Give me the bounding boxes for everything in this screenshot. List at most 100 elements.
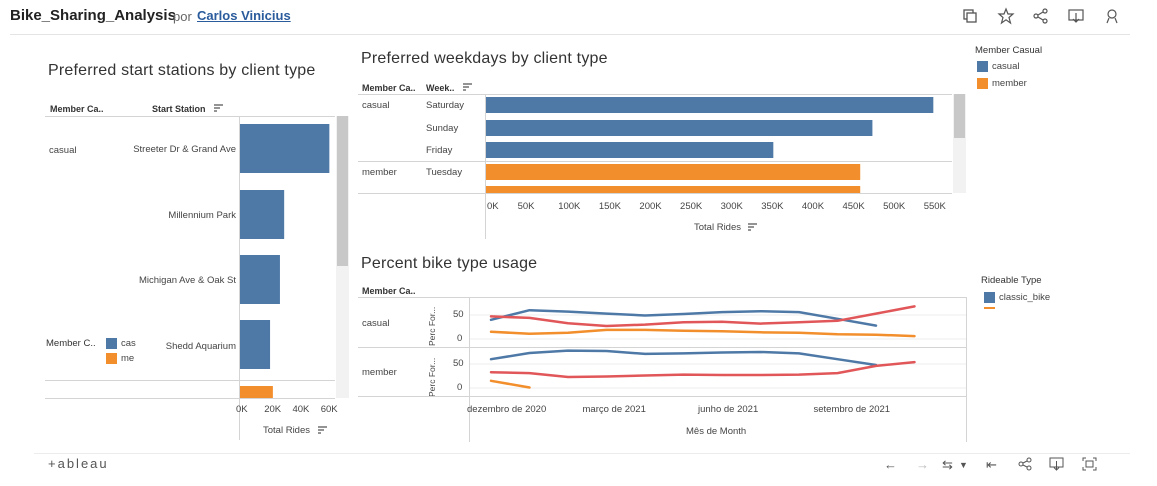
sort-icon[interactable]: [214, 104, 224, 112]
tableau-logo[interactable]: +ableau: [48, 456, 109, 471]
stations-group-casual: casual: [49, 145, 77, 156]
biketype-right-line: [966, 297, 967, 442]
legend-swatch-casual[interactable]: [977, 61, 988, 72]
author-link[interactable]: Carlos Vinicius: [197, 8, 291, 23]
weekdays-bar-chart[interactable]: [485, 94, 952, 193]
station-label: Michigan Ave & Oak St: [139, 275, 236, 286]
station-bar[interactable]: [239, 124, 330, 173]
revert-icon[interactable]: ⇆: [942, 457, 953, 473]
bike-ytick-label: 0: [457, 333, 463, 344]
download-icon[interactable]: [1049, 457, 1064, 471]
stations-tick-label: 0K: [236, 404, 248, 415]
share-icon[interactable]: [1018, 457, 1032, 471]
legend-item-classic-bike[interactable]: classic_bike: [999, 292, 1050, 303]
station-bar[interactable]: [239, 386, 273, 398]
legend-swatch-partial: [984, 307, 995, 309]
station-bar[interactable]: [239, 255, 280, 304]
bike-xtick-label: setembro de 2021: [813, 404, 891, 415]
by-label: por: [173, 9, 192, 24]
share-icon[interactable]: [1032, 7, 1050, 25]
bike-series-line[interactable]: [489, 349, 878, 367]
weekdays-col-week[interactable]: Week..: [426, 83, 454, 93]
sort-icon[interactable]: [463, 83, 473, 91]
redo-icon[interactable]: →: [916, 457, 929, 472]
weekdays-bottom-line: [358, 193, 952, 194]
biketype-yaxis-label: Perc For...: [427, 357, 437, 397]
legend-item-member[interactable]: member: [992, 78, 1027, 89]
copy-icon[interactable]: [961, 7, 979, 25]
legend-item: me: [121, 353, 135, 364]
biketype-line-chart[interactable]: [470, 298, 966, 396]
stations-bar-chart[interactable]: [239, 116, 335, 398]
weekdays-scrollbar-thumb[interactable]: [954, 94, 965, 138]
user-badge-icon[interactable]: [1103, 7, 1121, 25]
weekday-bar[interactable]: [485, 97, 934, 113]
weekdays-tick-label: 50K: [517, 201, 535, 212]
legend-item: cas: [121, 338, 136, 349]
weekdays-group-casual: casual: [362, 100, 390, 111]
weekdays-tick-label: 250K: [680, 201, 703, 212]
weekdays-tick-label: 350K: [761, 201, 784, 212]
weekday-bar[interactable]: [485, 186, 861, 193]
station-bar[interactable]: [239, 320, 271, 369]
reset-icon[interactable]: ⇤: [986, 457, 997, 473]
weekdays-tick-label: 400K: [801, 201, 825, 212]
stations-axis-line: [239, 116, 240, 440]
weekdays-tick-label: 200K: [639, 201, 662, 212]
weekdays-tick-label: 550K: [923, 201, 946, 212]
station-label: Streeter Dr & Grand Ave: [133, 144, 236, 155]
weekdays-scrollbar[interactable]: [953, 94, 966, 193]
weekdays-axis-title: Total Rides: [694, 222, 741, 233]
station-bar[interactable]: [239, 190, 285, 239]
header-divider: [10, 34, 1130, 35]
weekdays-title: Preferred weekdays by client type: [361, 50, 608, 67]
biketype-group-member: member: [362, 367, 397, 378]
weekdays-group-divider: [358, 161, 952, 162]
legend-swatch-member[interactable]: [977, 78, 988, 89]
weekdays-tick-label: 500K: [883, 201, 906, 212]
stations-col-member: Member Ca..: [50, 104, 104, 114]
weekday-label: Sunday: [426, 123, 459, 134]
stations-scrollbar[interactable]: [336, 116, 349, 398]
member-casual-legend-title: Member Casual: [975, 45, 1043, 56]
undo-icon[interactable]: ←: [884, 457, 897, 472]
fullscreen-icon[interactable]: [1082, 457, 1097, 471]
legend-swatch-classic-bike[interactable]: [984, 292, 995, 303]
weekdays-tick-label: 450K: [842, 201, 865, 212]
bike-series-line[interactable]: [489, 305, 916, 328]
bike-xtick-label: dezembro de 2020: [467, 404, 547, 415]
stations-tick-label: 20K: [264, 404, 282, 415]
weekdays-tick-label: 150K: [598, 201, 621, 212]
weekday-bar[interactable]: [485, 142, 774, 158]
bottom-toolbar: +ableau ← → ⇆ ▼ ⇤: [34, 453, 1130, 473]
revert-dropdown-icon[interactable]: ▼: [959, 460, 968, 470]
stations-col-station[interactable]: Start Station: [152, 104, 206, 114]
stations-group-divider: [45, 380, 335, 381]
rideable-legend-title: Rideable Type: [981, 275, 1042, 286]
sort-icon[interactable]: [748, 223, 758, 231]
weekday-bar[interactable]: [485, 120, 873, 136]
weekdays-group-member: member: [362, 167, 397, 178]
biketype-xaxis-title: Mês de Month: [686, 426, 747, 437]
station-label: Millennium Park: [168, 210, 236, 221]
biketype-title: Percent bike type usage: [361, 255, 538, 272]
stations-axis-title: Total Rides: [263, 425, 310, 436]
stations-bottom-line: [45, 398, 335, 399]
stations-scrollbar-thumb[interactable]: [337, 116, 348, 266]
weekdays-axis-line: [485, 94, 486, 239]
favorite-star-icon[interactable]: [997, 7, 1015, 25]
legend-swatch-member: [106, 353, 117, 364]
legend-swatch-casual: [106, 338, 117, 349]
bike-series-line[interactable]: [489, 328, 916, 338]
bike-series-line[interactable]: [489, 379, 531, 389]
weekday-label: Friday: [426, 145, 453, 156]
sort-icon[interactable]: [318, 426, 328, 434]
biketype-yaxis-label: Perc For...: [427, 306, 437, 346]
download-icon[interactable]: [1067, 7, 1085, 25]
bike-ytick-label: 50: [453, 358, 464, 369]
weekday-bar[interactable]: [485, 164, 861, 180]
stations-title: Preferred start stations by client type: [48, 62, 316, 79]
weekday-label: Saturday: [426, 100, 465, 111]
bike-ytick-label: 0: [457, 382, 463, 393]
legend-item-casual[interactable]: casual: [992, 61, 1019, 72]
